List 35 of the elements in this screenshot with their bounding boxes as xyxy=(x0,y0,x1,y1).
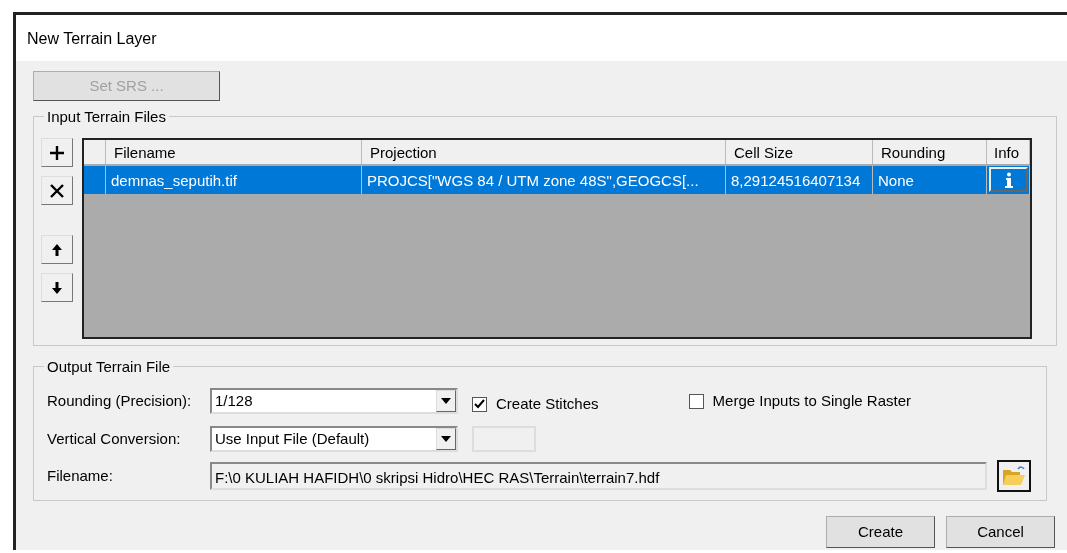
filename-field[interactable]: F:\0 KULIAH HAFIDH\0 skripsi Hidro\HEC RAS\Terrain\terrain7.hdf xyxy=(210,462,987,490)
table-row[interactable]: demnas_seputih.tif PROJCS["WGS 84 / UTM zone 48S",GEOGCS[... 8,29124516407134 None xyxy=(84,166,1030,194)
checkbox[interactable] xyxy=(472,396,487,412)
checkbox-label: Merge Inputs to Single Raster xyxy=(712,390,911,411)
info-icon xyxy=(1004,171,1013,188)
move-up-button[interactable] xyxy=(41,235,73,264)
move-down-button[interactable] xyxy=(41,273,73,302)
dropdown[interactable]: Use Input File (Default) xyxy=(210,426,458,452)
dialog-button[interactable]: Cancel xyxy=(946,516,1055,548)
info-button[interactable] xyxy=(989,167,1028,192)
field-label: Filename: xyxy=(47,465,114,486)
column-header: Rounding xyxy=(873,140,987,164)
checkbox-label: Create Stitches xyxy=(496,393,599,414)
column-header: Cell Size xyxy=(726,140,873,164)
caret-icon xyxy=(441,436,451,442)
browse-button[interactable] xyxy=(997,460,1031,492)
column-header: Info xyxy=(987,140,1030,164)
caret-icon xyxy=(441,398,451,404)
table-cell: demnas_seputih.tif xyxy=(106,166,362,194)
column-header: Projection xyxy=(362,140,726,164)
column-header: Filename xyxy=(106,140,362,164)
add-button[interactable] xyxy=(41,138,73,167)
dropdown[interactable]: 1/128 xyxy=(210,388,458,414)
remove-button[interactable] xyxy=(41,176,73,205)
checkbox[interactable] xyxy=(688,393,704,409)
folder-icon xyxy=(1002,465,1026,487)
close-icon xyxy=(48,181,66,200)
window-title: New Terrain Layer xyxy=(27,30,157,47)
dialog-button[interactable]: Create xyxy=(826,516,935,548)
table-cell: PROJCS["WGS 84 / UTM zone 48S",GEOGCS[... xyxy=(362,166,726,194)
plus-icon xyxy=(48,143,66,162)
table-cell: 8,29124516407134 xyxy=(726,166,873,194)
table-cell: None xyxy=(873,166,987,194)
field-label: Vertical Conversion: xyxy=(47,428,182,449)
field-label: Rounding (Precision): xyxy=(47,390,193,411)
